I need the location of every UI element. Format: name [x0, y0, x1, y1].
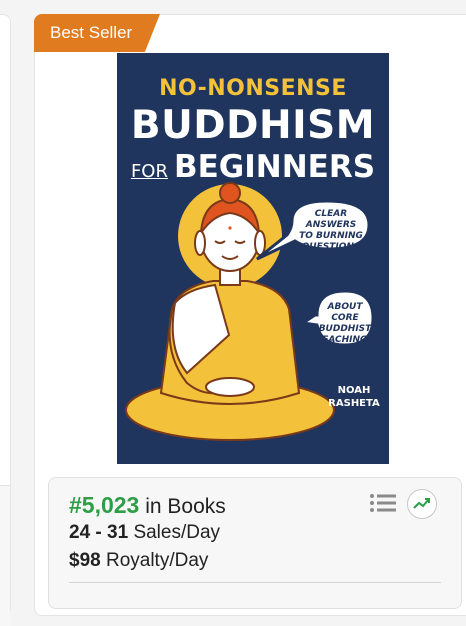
royalty-row: $98 Royalty/Day [69, 550, 208, 572]
author-first: NOAH [337, 385, 371, 396]
cover-title-beginners: BEGINNERS [173, 149, 376, 185]
list-icon[interactable] [369, 492, 397, 514]
adjacent-stats-panel [0, 485, 10, 626]
bubble2-line3: TEACHINGS [316, 335, 374, 345]
cover-bubble-2: ABOUT CORE BUDDHIST TEACHINGS [316, 302, 374, 346]
cover-title-line2: BUDDHISM [130, 103, 376, 148]
cover-title-line3: FOR BEGINNERS [117, 149, 389, 185]
bsr-rank: #5,023 [69, 492, 140, 518]
trend-line-icon [413, 498, 430, 509]
book-cover-image[interactable]: NO-NONSENSE BUDDHISM FOR BEGINNERS CLEAR … [117, 53, 389, 464]
cover-bubble-1: CLEAR ANSWERS TO BURNING QUESTIONS [295, 209, 367, 253]
stats-divider [69, 582, 441, 583]
best-seller-badge: Best Seller [34, 14, 160, 52]
bubble1-line1: CLEAR ANSWERS [305, 209, 357, 230]
sales-range: 24 - 31 [69, 522, 129, 543]
sales-row: 24 - 31 Sales/Day [69, 522, 220, 544]
cover-author: NOAH RASHETA [323, 384, 385, 410]
sales-stats-panel: #5,023 in Books 24 - 31 Sales/Day $98 Ro… [48, 477, 462, 609]
adjacent-product-card[interactable] [0, 14, 11, 626]
bubble1-line2: TO BURNING [299, 231, 363, 241]
author-last: RASHETA [328, 398, 380, 409]
rank-category: in Books [145, 495, 226, 518]
cover-title-line1: NO-NONSENSE [159, 76, 347, 101]
sales-unit: Sales/Day [133, 522, 221, 543]
bubble2-line1: ABOUT CORE [327, 302, 363, 323]
royalty-value: $98 [69, 550, 101, 571]
royalty-unit: Royalty/Day [105, 550, 209, 571]
bubble2-line2: BUDDHIST [318, 324, 372, 334]
rank-row: #5,023 in Books [69, 492, 226, 519]
trend-chart-icon[interactable] [407, 489, 437, 519]
bubble1-line3: QUESTIONS [301, 242, 361, 252]
cover-title-for: FOR [130, 161, 168, 182]
